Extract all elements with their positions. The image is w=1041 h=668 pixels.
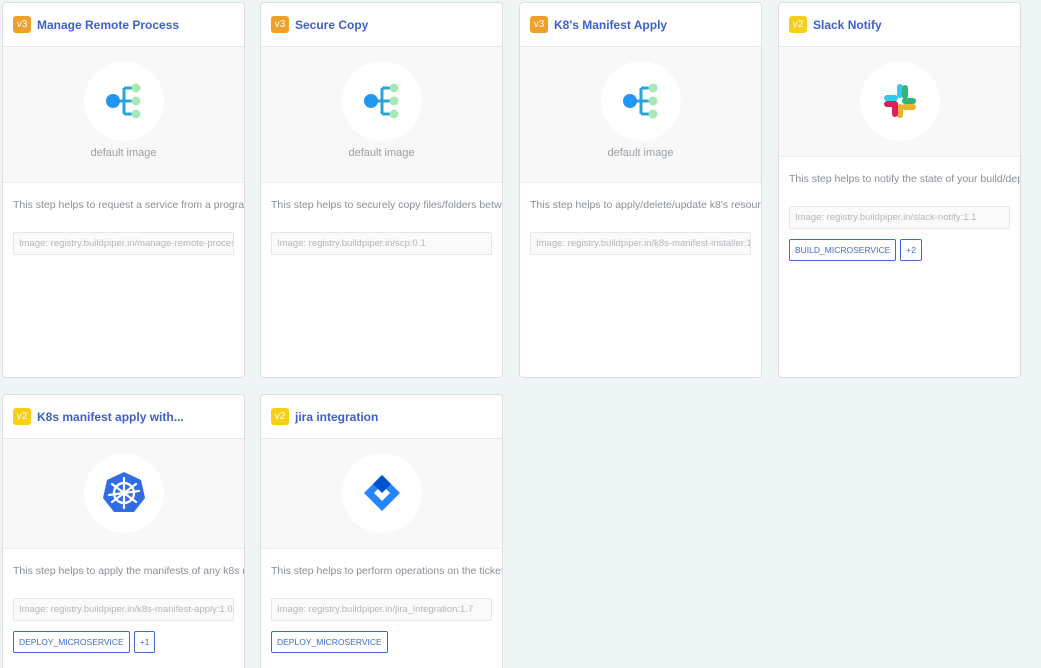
card-header: v2 Slack Notify bbox=[779, 3, 1020, 47]
card-header: v2 jira integration bbox=[261, 395, 502, 439]
tag-more-chip[interactable]: +2 bbox=[900, 239, 922, 261]
card-title[interactable]: Secure Copy bbox=[295, 18, 368, 32]
image-field: Image: registry.buildpiper.in/jira_integ… bbox=[271, 598, 492, 621]
logo-circle bbox=[600, 61, 681, 141]
version-badge: v2 bbox=[13, 408, 31, 425]
card-header: v2 K8s manifest apply with... bbox=[3, 395, 244, 439]
default-image-label: default image bbox=[607, 147, 674, 159]
tag-list: DEPLOY_MICROSERVICE +1 bbox=[13, 631, 234, 653]
card-description: This step helps to request a service fro… bbox=[13, 199, 244, 211]
card-description: This step helps to apply the manifests o… bbox=[13, 565, 244, 577]
slack-icon bbox=[883, 84, 916, 118]
card-description: This step helps to apply/delete/update k… bbox=[530, 199, 761, 211]
version-badge: v2 bbox=[789, 16, 807, 33]
card-title[interactable]: Slack Notify bbox=[813, 18, 882, 32]
image-field: Image: registry.buildpiper.in/k8s-manife… bbox=[13, 598, 234, 621]
step-card-k8s-manifest-apply-with[interactable]: v2 K8s manifest apply with... This step … bbox=[2, 394, 245, 668]
card-description: This step helps to perform operations on… bbox=[271, 565, 502, 577]
card-header: v3 Manage Remote Process bbox=[3, 3, 244, 47]
card-title[interactable]: K8s manifest apply with... bbox=[37, 410, 184, 424]
step-card-secure-copy[interactable]: v3 Secure Copy default image This step h… bbox=[260, 2, 503, 378]
step-card-jira-integration[interactable]: v2 jira integration This step helps to p… bbox=[260, 394, 503, 668]
default-image-label: default image bbox=[348, 147, 415, 159]
image-field: Image: registry.buildpiper.in/k8s-manife… bbox=[530, 232, 751, 255]
card-image-area bbox=[3, 439, 244, 549]
card-title[interactable]: K8's Manifest Apply bbox=[554, 18, 667, 32]
tree-flow-icon bbox=[105, 83, 140, 119]
tree-flow-icon bbox=[363, 83, 398, 119]
tag-chip[interactable]: DEPLOY_MICROSERVICE bbox=[271, 631, 388, 653]
card-title[interactable]: jira integration bbox=[295, 410, 378, 424]
step-card-manage-remote-process[interactable]: v3 Manage Remote Process default image T… bbox=[2, 2, 245, 378]
image-field: Image: registry.buildpiper.in/slack-noti… bbox=[789, 206, 1010, 229]
version-badge: v2 bbox=[271, 408, 289, 425]
logo-circle bbox=[341, 453, 422, 533]
card-image-area: default image bbox=[3, 47, 244, 183]
card-image-area: default image bbox=[520, 47, 761, 183]
logo-circle bbox=[859, 61, 940, 141]
step-card-slack-notify[interactable]: v2 Slack Notify This step helps to notif… bbox=[778, 2, 1021, 378]
jira-icon bbox=[363, 475, 400, 511]
tag-chip[interactable]: BUILD_MICROSERVICE bbox=[789, 239, 897, 261]
tree-flow-icon bbox=[622, 83, 657, 119]
kubernetes-icon bbox=[102, 472, 145, 512]
step-card-k8s-manifest-apply[interactable]: v3 K8's Manifest Apply default image Thi… bbox=[519, 2, 762, 378]
card-description: This step helps to notify the state of y… bbox=[789, 173, 1020, 185]
card-header: v3 K8's Manifest Apply bbox=[520, 3, 761, 47]
tag-chip[interactable]: DEPLOY_MICROSERVICE bbox=[13, 631, 130, 653]
tag-list: DEPLOY_MICROSERVICE bbox=[271, 631, 492, 653]
version-badge: v3 bbox=[271, 16, 289, 33]
card-image-area bbox=[261, 439, 502, 549]
image-field: Image: registry.buildpiper.in/scp:0.1 bbox=[271, 232, 492, 255]
card-image-area: default image bbox=[261, 47, 502, 183]
version-badge: v3 bbox=[13, 16, 31, 33]
card-image-area bbox=[779, 47, 1020, 157]
tag-list: BUILD_MICROSERVICE +2 bbox=[789, 239, 1010, 261]
card-description: This step helps to securely copy files/f… bbox=[271, 199, 502, 211]
version-badge: v3 bbox=[530, 16, 548, 33]
card-title[interactable]: Manage Remote Process bbox=[37, 18, 179, 32]
card-header: v3 Secure Copy bbox=[261, 3, 502, 47]
image-field: Image: registry.buildpiper.in/manage-rem… bbox=[13, 232, 234, 255]
logo-circle bbox=[83, 453, 164, 533]
default-image-label: default image bbox=[90, 147, 157, 159]
tag-more-chip[interactable]: +1 bbox=[133, 631, 156, 653]
logo-circle bbox=[83, 61, 164, 141]
logo-circle bbox=[341, 61, 422, 141]
